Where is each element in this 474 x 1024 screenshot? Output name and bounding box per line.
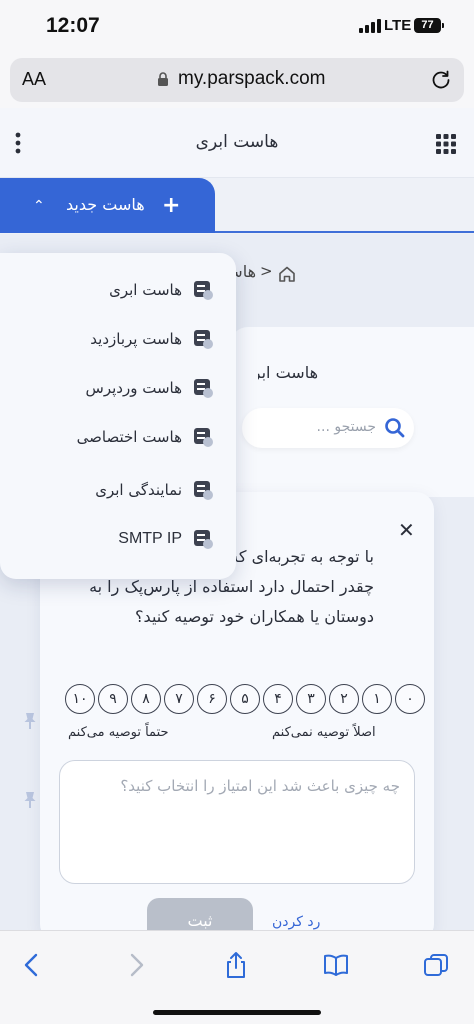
search-icon[interactable] (384, 417, 406, 439)
rating-option[interactable]: ۷ (164, 684, 194, 714)
pin-icon (24, 713, 36, 729)
signal-icon (359, 19, 381, 33)
dropdown-item-label: SMTP IP (118, 530, 182, 547)
scale-high-label: حتماً توصیه می‌کنم (68, 725, 169, 740)
network-label: LTE (384, 17, 412, 34)
search-placeholder: جستجو ... (316, 419, 376, 435)
back-icon[interactable] (18, 951, 46, 979)
reject-link[interactable]: رد کردن (272, 914, 320, 930)
dropdown-item-cloud-host[interactable]: هاست ابری (109, 275, 214, 305)
forward-icon[interactable] (122, 951, 150, 979)
dropdown-item-cloud-reseller[interactable]: نمایندگی ابری (95, 475, 214, 505)
dropdown-item-label: نمایندگی ابری (95, 481, 182, 499)
rating-option[interactable]: ۸ (131, 684, 161, 714)
new-host-button[interactable]: + هاست جدید ⌃ (0, 178, 215, 233)
comment-field[interactable] (59, 760, 415, 884)
dedicated-host-icon (194, 428, 213, 447)
battery-icon: 77 (414, 18, 444, 33)
share-icon[interactable] (222, 951, 250, 979)
browser-address-area: AA my.parspack.com (0, 52, 474, 108)
cloud-host-icon (194, 281, 213, 300)
dropdown-item-dedicated-host[interactable]: هاست اختصاصی (77, 422, 214, 452)
dropdown-item-label: هاست اختصاصی (76, 428, 182, 446)
bookmarks-icon[interactable] (322, 951, 350, 979)
rating-option[interactable]: ۵ (230, 684, 260, 714)
status-time: 12:07 (46, 14, 100, 37)
app-header: هاست ابری (0, 108, 474, 178)
rating-option[interactable]: ۱ (362, 684, 392, 714)
text-size-label: AA (22, 69, 47, 89)
home-indicator (153, 1010, 321, 1015)
dropdown-item-wordpress-host[interactable]: هاست وردپرس (86, 373, 214, 403)
rating-option[interactable]: ۲ (329, 684, 359, 714)
rating-option[interactable]: ۰ (395, 684, 425, 714)
home-icon[interactable] (278, 265, 296, 283)
search-box[interactable]: جستجو ... (242, 408, 414, 448)
address-bar[interactable]: AA my.parspack.com (10, 58, 464, 102)
rating-option[interactable]: ۱۰ (65, 684, 95, 714)
apps-grid-icon[interactable] (436, 134, 456, 154)
rating-option[interactable]: ۳ (296, 684, 326, 714)
pin-icon (24, 792, 36, 808)
rating-option[interactable]: ۹ (98, 684, 128, 714)
high-traffic-host-icon (194, 330, 213, 349)
cloud-reseller-icon (194, 481, 213, 500)
text-size-button[interactable]: AA (22, 69, 46, 90)
wordpress-host-icon (194, 379, 213, 398)
chevron-up-icon: ⌃ (33, 198, 45, 214)
reload-icon[interactable] (430, 69, 452, 91)
dropdown-item-high-traffic-host[interactable]: هاست پربازدید (90, 324, 214, 354)
lock-icon (158, 72, 168, 86)
new-host-label: هاست جدید (66, 195, 145, 214)
section-title: هاست ابری (258, 363, 318, 382)
tab-bar: + هاست جدید ⌃ (0, 178, 474, 234)
rating-option[interactable]: ۴ (263, 684, 293, 714)
scale-low-label: اصلاً توصیه نمی‌کنم (272, 725, 376, 740)
dropdown-item-label: هاست ابری (109, 281, 182, 299)
url-text[interactable]: my.parspack.com (178, 68, 325, 90)
dropdown-item-smtp-ip[interactable]: SMTP IP (118, 524, 214, 554)
new-host-dropdown: هاست ابری هاست پربازدید هاست وردپرس هاست… (0, 253, 236, 579)
rating-option[interactable]: ۶ (197, 684, 227, 714)
dropdown-item-label: هاست پربازدید (90, 330, 182, 348)
tabs-icon[interactable] (422, 951, 450, 979)
status-bar: 12:07 LTE 77 (0, 0, 474, 52)
plus-icon: + (162, 193, 181, 218)
page-title: هاست ابری (195, 132, 279, 152)
chevron-right-icon: > (260, 262, 273, 280)
dropdown-item-label: هاست وردپرس (85, 379, 182, 397)
close-icon[interactable]: ✕ (398, 518, 415, 542)
rating-scale: ۱۰ ۹ ۸ ۷ ۶ ۵ ۴ ۳ ۲ ۱ ۰ (65, 684, 428, 714)
smtp-icon (194, 530, 213, 549)
